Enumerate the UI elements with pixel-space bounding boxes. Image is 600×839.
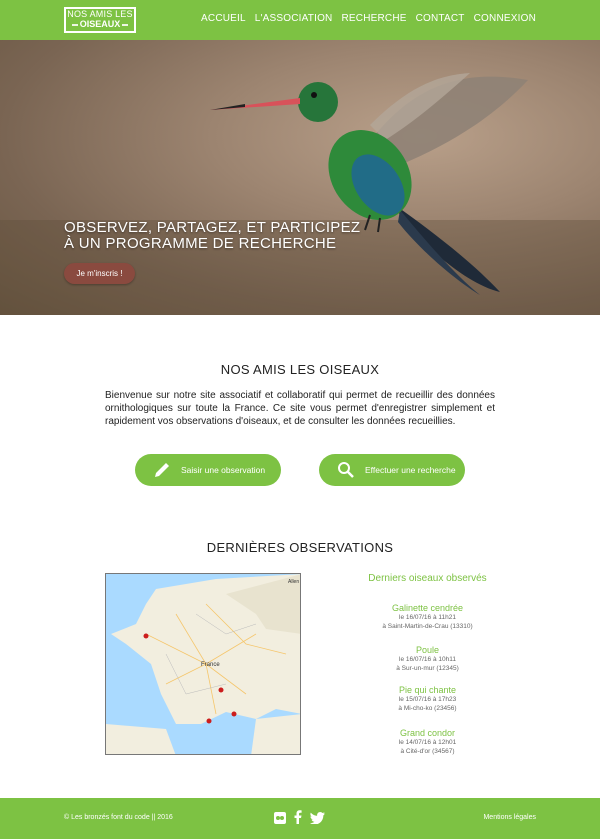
latest-birds-title: Derniers oiseaux observés [368,573,487,584]
nav-connexion[interactable]: CONNEXION [474,13,536,24]
observation-map[interactable]: France Allen [105,573,301,755]
nav-contact[interactable]: CONTACT [416,13,465,24]
bird-name: Poule [415,645,440,655]
hero-title-line2: À UN PROGRAMME DE RECHERCHE [64,235,337,252]
logo-line2: OISEAUX [79,19,121,29]
observation-item[interactable]: Pie qui chante le 15/07/16 à 17h23 à Mi-… [355,685,500,713]
pencil-icon [151,459,173,481]
nav-recherche[interactable]: RECHERCHE [341,13,406,24]
search-icon [335,459,357,481]
site-logo[interactable]: NOS AMIS LES OISEAUX [64,7,136,33]
intro-text: Bienvenue sur notre site associatif et c… [105,390,495,427]
intro-title: NOS AMIS LES OISEAUX [220,362,380,377]
hero-title-line1: OBSERVEZ, PARTAGEZ, ET PARTICIPEZ [64,219,361,236]
bird-name: Galinette cendrée [391,603,464,613]
observation-item[interactable]: Galinette cendrée le 16/07/16 à 11h21 à … [355,603,500,631]
footer: © Les bronzés font du code || 2016 Menti… [0,798,600,839]
observations-title: DERNIÈRES OBSERVATIONS [206,540,394,555]
observation-date: le 15/07/16 à 17h23 [398,696,457,703]
bird-name: Grand condor [399,728,456,738]
legal-link[interactable]: Mentions légales [483,814,536,821]
observation-item[interactable]: Grand condor le 14/07/16 à 12h01 à Cité-… [355,728,500,756]
main-nav: ACCUEIL L'ASSOCIATION RECHERCHE CONTACT … [201,13,536,24]
flickr-icon[interactable] [274,811,286,829]
search-label: Effectuer une recherche [365,465,456,475]
add-observation-button[interactable]: Saisir une observation [135,454,281,486]
observation-date: le 16/07/16 à 11h21 [399,614,456,621]
observation-date: le 14/07/16 à 12h01 [398,739,457,746]
nav-accueil[interactable]: ACCUEIL [201,13,246,24]
map-label-region: Allen [288,579,299,585]
bird-name: Pie qui chante [398,685,457,695]
search-button[interactable]: Effectuer une recherche [319,454,465,486]
social-links [274,810,325,829]
observation-item[interactable]: Poule le 16/07/16 à 10h11 à Sur-un-mur (… [355,645,500,673]
copyright: © Les bronzés font du code || 2016 [64,814,173,821]
observation-place: à Mi-cho-ko (23456) [398,705,457,712]
nav-association[interactable]: L'ASSOCIATION [255,13,333,24]
add-observation-label: Saisir une observation [181,465,266,475]
observation-place: à Cité-d'or (34567) [400,748,455,755]
observation-place: à Saint-Martin-de-Crau (13310) [382,623,473,630]
map-label-france: France [201,662,220,668]
twitter-icon[interactable] [310,811,325,829]
header-bar: NOS AMIS LES OISEAUX ACCUEIL L'ASSOCIATI… [0,0,600,40]
observation-date: le 16/07/16 à 10h11 [399,656,456,663]
facebook-icon[interactable] [294,810,302,829]
logo-line1: NOS AMIS LES [67,9,133,19]
hero-title: OBSERVEZ, PARTAGEZ, ET PARTICIPEZ À UN P… [64,220,364,252]
logo-line2-wrap: OISEAUX [66,19,134,30]
signup-button[interactable]: Je m'inscris ! [64,263,135,284]
observation-place: à Sur-un-mur (12345) [396,665,459,672]
